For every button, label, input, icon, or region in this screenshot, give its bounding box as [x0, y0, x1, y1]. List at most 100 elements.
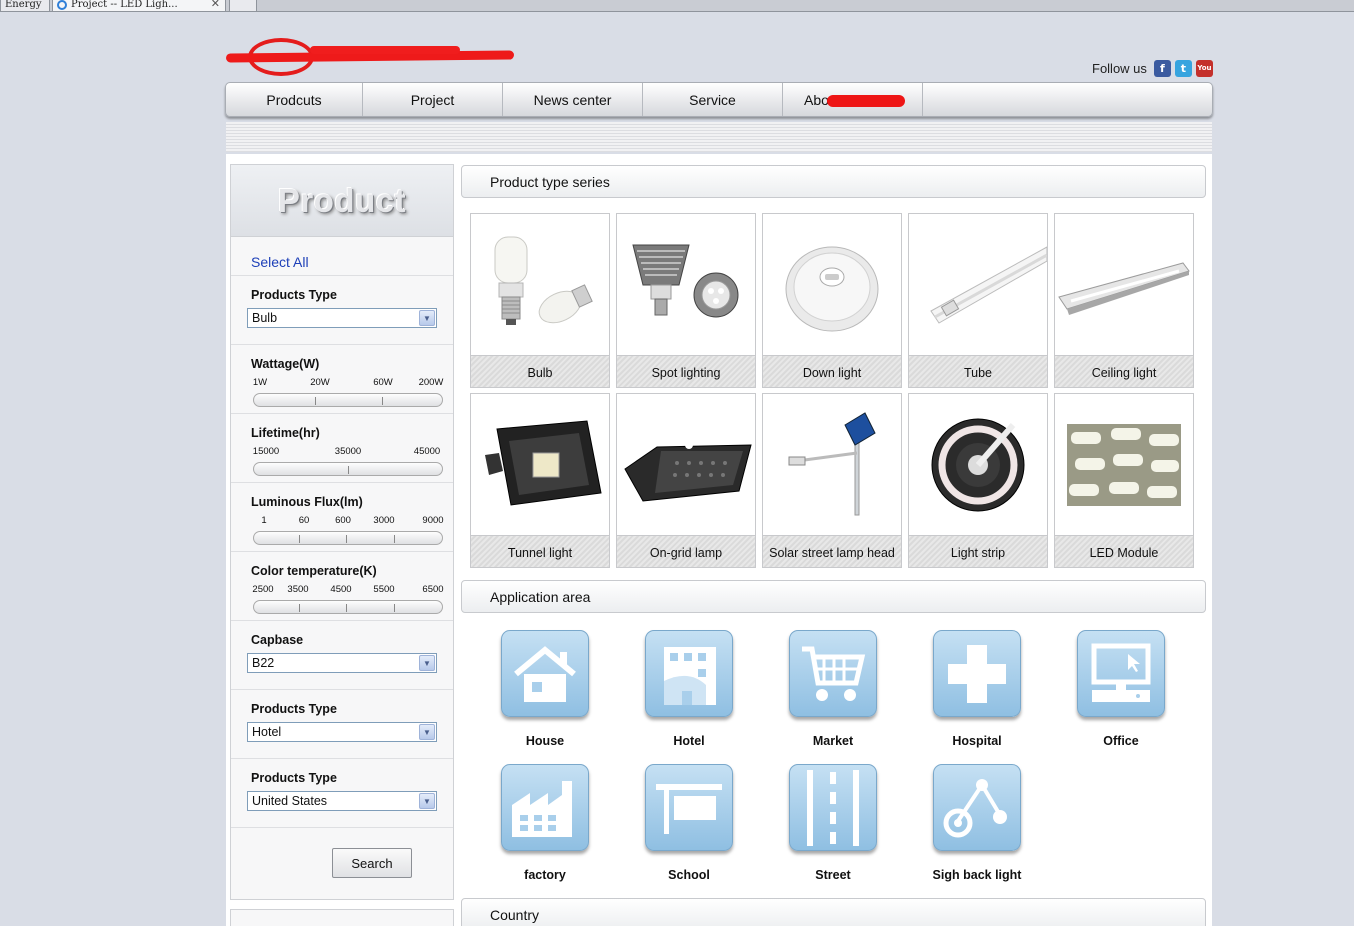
nav-item-service[interactable]: Service [643, 83, 783, 116]
country-select[interactable]: United States ▼ [247, 791, 437, 811]
product-card-bulb[interactable]: Bulb [470, 213, 610, 388]
browser-tab-project[interactable]: Project -- LED Ligh... ✕ [52, 0, 226, 12]
nav-item-project[interactable]: Project [363, 83, 503, 116]
product-card-label: Down light [763, 355, 901, 387]
tick-label: 45000 [413, 446, 441, 457]
chevron-down-icon[interactable]: ▼ [419, 724, 435, 740]
product-card-down-light[interactable]: Down light [762, 213, 902, 388]
nav-item-news-center[interactable]: News center [503, 83, 643, 116]
filter-label: Lifetime(hr) [251, 426, 320, 440]
application-item-hospital[interactable]: Hospital [922, 628, 1032, 748]
filter-lifetime: Lifetime(hr) 15000 35000 45000 [231, 414, 453, 483]
filter-label: Products Type [251, 702, 337, 716]
cart-icon[interactable] [789, 630, 877, 717]
select-all-link[interactable]: Select All [231, 237, 453, 276]
products-type-select[interactable]: Bulb ▼ [247, 308, 437, 328]
tick-label: 600 [335, 515, 351, 526]
banner-stripe [226, 122, 1212, 152]
application-item-hotel[interactable]: Hotel [634, 628, 744, 748]
filter-color-temperature: Color temperature(K) 2500 3500 4500 5500… [231, 552, 453, 621]
application-item-street[interactable]: Street [778, 762, 888, 882]
product-card-light-strip[interactable]: Light strip [908, 393, 1048, 568]
product-card-tunnel-light[interactable]: Tunnel light [470, 393, 610, 568]
tick-label: 15000 [252, 446, 280, 457]
product-card-label: Light strip [909, 535, 1047, 567]
product-card-on-grid-lamp[interactable]: On-grid lamp [616, 393, 756, 568]
nav-item-about[interactable]: Abou [783, 83, 923, 116]
product-card-label: Tunnel light [471, 535, 609, 567]
solar-street-lamp-image [763, 394, 901, 536]
tick-label: 6500 [422, 584, 444, 595]
chevron-down-icon[interactable]: ▼ [419, 655, 435, 671]
application-item-office[interactable]: Office [1066, 628, 1176, 748]
application-label: House [525, 734, 565, 748]
application-item-sign-back-light[interactable]: Sigh back light [922, 762, 1032, 882]
browser-new-tab[interactable] [229, 0, 257, 12]
wattage-slider[interactable] [253, 393, 443, 407]
follow-us: Follow us f t You [1092, 58, 1213, 78]
product-type-grid: Bulb Spot lighting Down light Tube Ceili… [470, 213, 1196, 568]
lifetime-ticks: 15000 35000 45000 [251, 446, 445, 458]
color-temperature-slider[interactable] [253, 600, 443, 614]
filter-capbase: Capbase B22 ▼ [231, 621, 453, 690]
application-item-market[interactable]: Market [778, 628, 888, 748]
nav-item-products[interactable]: Prodcuts [226, 83, 363, 116]
application-label: School [668, 868, 710, 882]
tick-label: 1 [261, 515, 267, 526]
filter-label: Products Type [251, 288, 337, 302]
lifetime-slider[interactable] [253, 462, 443, 476]
product-card-ceiling-light[interactable]: Ceiling light [1054, 213, 1194, 388]
browser-tab-energy[interactable]: Energy [0, 0, 50, 12]
hotel-icon[interactable] [645, 630, 733, 717]
sidebar-header: Product [231, 165, 453, 237]
chevron-down-icon[interactable]: ▼ [419, 793, 435, 809]
school-icon[interactable] [645, 764, 733, 851]
application-label: Street [815, 868, 851, 882]
application-item-house[interactable]: House [490, 628, 600, 748]
country-header: Country [461, 898, 1206, 926]
follow-us-label: Follow us [1092, 60, 1147, 76]
tick-label: 5500 [373, 584, 395, 595]
product-card-label: On-grid lamp [617, 535, 755, 567]
product-filter-sidebar: Product Select All Products Type Bulb ▼ … [230, 164, 454, 900]
filter-products-type-2: Products Type Hotel ▼ [231, 690, 453, 759]
house-icon[interactable] [501, 630, 589, 717]
application-grid: House Hotel Market Hospital Office facto… [490, 628, 1180, 882]
tick-label: 60W [373, 377, 393, 388]
tick-label: 60 [298, 515, 310, 526]
luminous-flux-slider[interactable] [253, 531, 443, 545]
product-card-label: Solar street lamp head [763, 535, 901, 567]
product-card-led-module[interactable]: LED Module [1054, 393, 1194, 568]
sign-network-icon[interactable] [933, 764, 1021, 851]
factory-icon[interactable] [501, 764, 589, 851]
product-card-tube[interactable]: Tube [908, 213, 1048, 388]
hospital-cross-icon[interactable] [933, 630, 1021, 717]
site-logo[interactable] [225, 38, 516, 78]
filter-label: Luminous Flux(lm) [251, 495, 363, 509]
tube-image [909, 214, 1047, 356]
browser-tab-label: Project -- LED Ligh... [71, 0, 178, 10]
tick-label: 3000 [373, 515, 395, 526]
color-temp-ticks: 2500 3500 4500 5500 6500 [251, 584, 445, 596]
browser-tab-strip: Energy Project -- LED Ligh... ✕ [0, 0, 1354, 12]
tunnel-light-image [471, 394, 609, 536]
computer-icon[interactable] [1077, 630, 1165, 717]
product-card-spot-lighting[interactable]: Spot lighting [616, 213, 756, 388]
facebook-icon[interactable]: f [1153, 59, 1171, 77]
close-icon[interactable]: ✕ [211, 0, 220, 9]
application-select[interactable]: Hotel ▼ [247, 722, 437, 742]
youtube-icon[interactable]: You [1195, 59, 1213, 77]
product-card-solar-street-lamp-head[interactable]: Solar street lamp head [762, 393, 902, 568]
application-item-factory[interactable]: factory [490, 762, 600, 882]
tick-label: 1W [252, 377, 268, 388]
chevron-down-icon[interactable]: ▼ [419, 310, 435, 326]
filter-label: Wattage(W) [251, 357, 320, 371]
tick-label: 3500 [287, 584, 309, 595]
capbase-select[interactable]: B22 ▼ [247, 653, 437, 673]
ie-page-icon [57, 0, 67, 10]
application-item-school[interactable]: School [634, 762, 744, 882]
twitter-icon[interactable]: t [1174, 59, 1192, 77]
bulb-image [471, 214, 609, 356]
search-button[interactable]: Search [332, 848, 412, 878]
road-icon[interactable] [789, 764, 877, 851]
